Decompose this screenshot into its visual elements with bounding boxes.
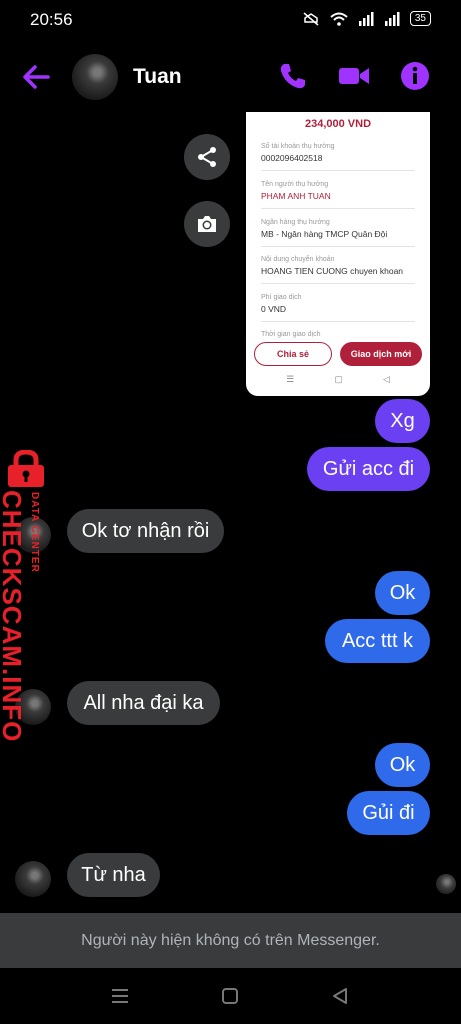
- receipt-label: Số tài khoản thụ hưởng: [261, 143, 335, 150]
- message-outgoing[interactable]: Ok: [375, 743, 430, 787]
- share-button[interactable]: [184, 134, 230, 180]
- receipt-label: Thời gian giao dịch: [261, 331, 321, 338]
- chat-header: Tuan: [0, 45, 461, 109]
- receipt-label: Nội dung chuyển khoản: [261, 256, 335, 263]
- receipt-label: Phí giao dịch: [261, 294, 302, 301]
- camera-icon: [198, 216, 216, 232]
- receipt-amount: 234,000 VND: [304, 118, 372, 130]
- receipt-field-content: Nội dung chuyển khoản HOANG TIEN CUONG c…: [261, 255, 415, 284]
- battery-indicator: 35: [409, 11, 431, 26]
- watermark-subtext: DATA CENTER: [29, 492, 40, 573]
- receipt-value: 0 VND: [261, 304, 287, 314]
- home-icon[interactable]: [220, 986, 240, 1006]
- receipt-field-fee: Phí giao dịch 0 VND: [261, 293, 415, 322]
- message-outgoing[interactable]: Xg: [375, 399, 430, 443]
- lock-icon: [8, 450, 44, 487]
- receipt-field-bank: Ngân hàng thụ hưởng MB - Ngân hàng TMCP …: [261, 218, 415, 247]
- mute-icon: [303, 11, 319, 26]
- signal-icon: [358, 11, 374, 26]
- receipt-value: MB - Ngân hàng TMCP Quân Đội: [261, 229, 388, 239]
- home-icon: ▢: [334, 374, 343, 384]
- receipt-new-transaction-button: Giao dịch mới: [340, 342, 422, 366]
- menu-icon: ☰: [286, 374, 295, 384]
- receipt-field-account: Số tài khoản thụ hưởng 0002096402518: [261, 142, 415, 171]
- receipt-value: PHAM ANH TUAN: [261, 191, 331, 201]
- back-arrow-icon[interactable]: [20, 61, 52, 93]
- message-outgoing[interactable]: Gủi đi: [347, 791, 430, 835]
- watermark: CHECKSCAM.INFO DATA CENTER: [0, 450, 52, 742]
- status-bar: 20:56 35: [0, 0, 461, 40]
- info-icon[interactable]: [399, 59, 431, 93]
- signal-icon-2: [384, 11, 400, 26]
- unavailable-banner: Người này hiện không có trên Messenger.: [0, 913, 461, 968]
- phone-icon[interactable]: [277, 59, 309, 93]
- contact-name[interactable]: Tuan: [133, 65, 182, 89]
- receipt-share-button: Chia sẻ: [254, 342, 332, 366]
- message-outgoing[interactable]: Gửi acc đi: [307, 447, 430, 491]
- receipt-label: Ngân hàng thụ hưởng: [261, 219, 330, 226]
- camera-button[interactable]: [184, 201, 230, 247]
- message-outgoing[interactable]: Acc ttt k: [325, 619, 430, 663]
- message-incoming[interactable]: All nha đại ka: [67, 681, 220, 725]
- share-icon: [198, 147, 216, 167]
- back-icon[interactable]: [330, 986, 350, 1006]
- receipt-value: HOANG TIEN CUONG chuyen khoan: [261, 266, 404, 276]
- receipt-label: Tên người thụ hưởng: [261, 181, 329, 188]
- receipt-value: 0002096402518: [261, 153, 323, 163]
- status-time: 20:56: [30, 10, 73, 29]
- wifi-icon: [330, 12, 348, 26]
- receipt-field-time: Thời gian giao dịch: [261, 330, 415, 340]
- contact-avatar[interactable]: [72, 54, 118, 100]
- receipt-field-beneficiary: Tên người thụ hưởng PHAM ANH TUAN: [261, 180, 415, 209]
- receipt-nav-bar: ☰ ▢ ◁: [246, 374, 430, 385]
- watermark-text: CHECKSCAM.INFO: [0, 490, 27, 743]
- message-outgoing[interactable]: Ok: [375, 571, 430, 615]
- message-incoming[interactable]: Từ nha: [67, 853, 160, 897]
- message-incoming[interactable]: Ok tơ nhận rồi: [67, 509, 224, 553]
- sender-avatar[interactable]: [15, 861, 51, 897]
- back-icon: ◁: [382, 374, 390, 384]
- read-receipt-avatar: [436, 874, 456, 894]
- status-icons: 35: [302, 11, 431, 26]
- receipt-image[interactable]: 234,000 VND Số tài khoản thụ hưởng 00020…: [246, 112, 430, 396]
- video-icon[interactable]: [338, 59, 370, 93]
- menu-icon[interactable]: [110, 986, 130, 1006]
- system-nav-bar: [0, 968, 461, 1024]
